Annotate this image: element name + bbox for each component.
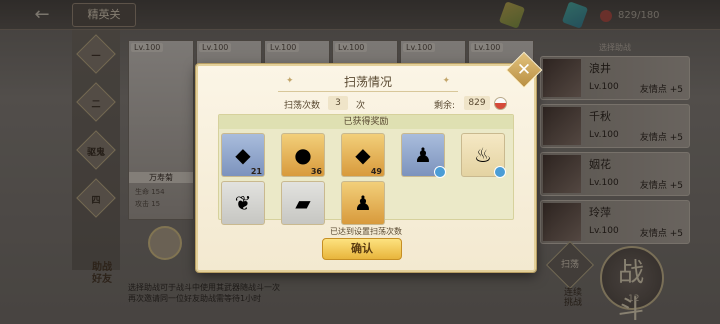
stamina-bowl-icon: [494, 97, 507, 110]
sweep-result-dialog: ✦ 扫荡情况 ✦ 扫荡次数 3 次 剩余: 829 已获得奖励 ◆ 21 ● 3…: [196, 64, 536, 272]
bronze-coin-icon: ●: [294, 143, 312, 167]
type-badge-icon: [494, 166, 506, 178]
rewards-panel: 已获得奖励 ◆ 21 ● 36 ◆ 49 ♟ ♨ ❦ ▰ ♟: [218, 114, 514, 225]
reward-count: 49: [370, 167, 382, 176]
rainbow-crystal-icon: ◆: [235, 143, 251, 167]
dialog-title: 扫荡情况: [343, 75, 392, 89]
sweep-count-row: 扫荡次数 3 次 剩余: 829: [198, 96, 534, 112]
reward-item[interactable]: ● 36: [281, 133, 325, 177]
remaining-value: 829: [464, 96, 490, 110]
remaining-label: 剩余:: [434, 101, 456, 111]
reward-count: 36: [310, 167, 322, 176]
orange-cloth-icon: ▰: [295, 191, 311, 215]
reward-item[interactable]: ♨: [461, 133, 506, 178]
reward-item[interactable]: ▰: [281, 181, 325, 225]
reward-item[interactable]: ◆ 21: [221, 133, 265, 177]
leaf-material-icon: ❦: [234, 191, 252, 215]
close-icon[interactable]: ✕: [511, 57, 537, 83]
sweep-complete-text: 已达到设置扫荡次数: [330, 227, 402, 236]
confirm-button[interactable]: 确认: [322, 238, 402, 260]
reward-item[interactable]: ◆ 49: [341, 133, 385, 177]
sweep-count-label: 扫荡次数: [284, 101, 321, 111]
reward-item[interactable]: ♟: [341, 181, 385, 225]
sweep-count-unit: 次: [356, 101, 366, 111]
ornament-icon: ✦: [442, 76, 450, 86]
gift-bowl-icon: ♨: [474, 143, 492, 167]
character-figure-icon: ♟: [354, 191, 372, 215]
reward-count: 21: [250, 167, 262, 176]
character-figure-icon: ♟: [414, 143, 432, 167]
reward-item[interactable]: ❦: [221, 181, 265, 225]
sweep-count-value: 3: [328, 96, 348, 110]
dialog-title-bar: ✦ 扫荡情况 ✦: [278, 70, 458, 92]
type-badge-icon: [434, 166, 446, 178]
rewards-header: 已获得奖励: [219, 115, 513, 129]
gold-crystal-icon: ◆: [355, 143, 371, 167]
reward-item[interactable]: ♟: [401, 133, 446, 178]
